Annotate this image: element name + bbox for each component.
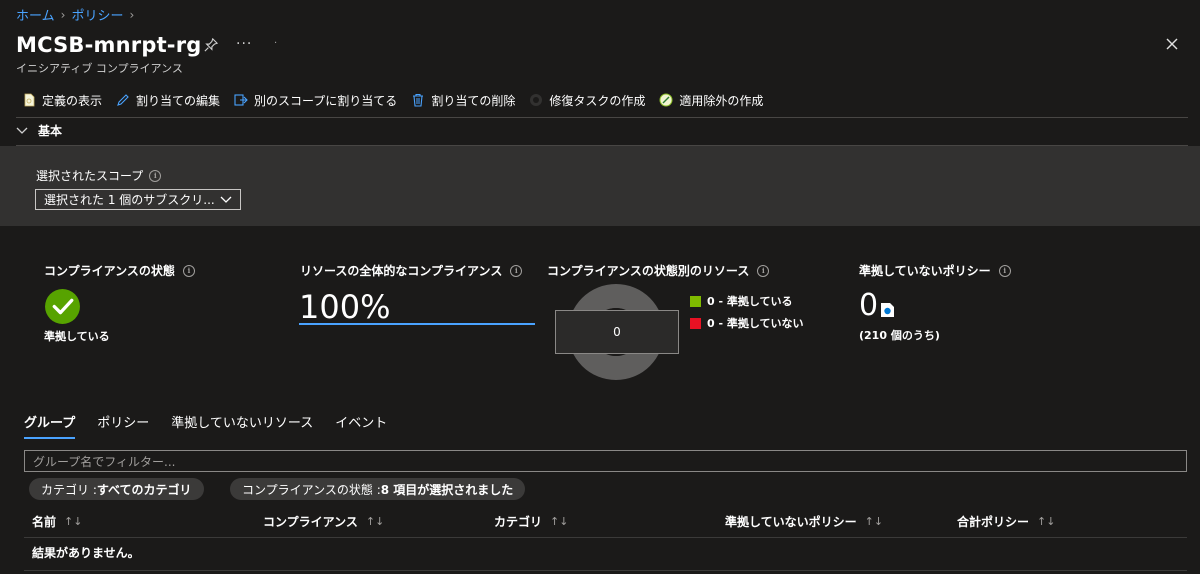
- scope-dropdown[interactable]: 選択された 1 個のサブスクリ...: [35, 189, 241, 210]
- scope-panel: [0, 146, 1200, 226]
- chevron-right-icon: ›: [60, 7, 66, 22]
- compliance-bar: [299, 323, 535, 325]
- tab-noncompliant-resources[interactable]: 準拠していないリソース: [171, 412, 313, 439]
- compliance-state-value: 準拠している: [44, 330, 110, 343]
- more-options-icon[interactable]: ···: [236, 36, 252, 52]
- breadcrumb: ホーム › ポリシー ›: [16, 5, 135, 25]
- section-label: 基本: [38, 124, 63, 138]
- noncompliant-policies-count: 0: [859, 288, 879, 323]
- info-icon[interactable]: i: [998, 264, 1011, 277]
- column-category-label: カテゴリ: [494, 515, 543, 529]
- scope-label-text: 選択されたスコープ: [36, 169, 144, 183]
- legend-item-noncompliant[interactable]: 0 - 準拠していない: [690, 312, 804, 334]
- scope-label: 選択されたスコープ i: [36, 167, 162, 184]
- tab-groups[interactable]: グループ: [24, 412, 76, 439]
- create-remediation-button[interactable]: 修復タスクの作成: [529, 92, 645, 109]
- chevron-down-icon: [220, 196, 232, 203]
- legend-item-compliant[interactable]: 0 - 準拠している: [690, 290, 804, 312]
- section-essentials-toggle[interactable]: 基本: [16, 122, 62, 139]
- document-icon: [24, 93, 35, 107]
- policy-icon: [881, 303, 894, 317]
- donut-legend: 0 - 準拠している 0 - 準拠していない: [690, 290, 804, 334]
- pin-icon[interactable]: [204, 38, 218, 52]
- column-name-label: 名前: [32, 515, 57, 529]
- tab-policies[interactable]: ポリシー: [97, 412, 149, 439]
- info-icon[interactable]: i: [149, 169, 162, 182]
- noncompliant-policies-label-text: 準拠していないポリシー: [859, 264, 991, 278]
- column-header-name[interactable]: 名前 ↑↓: [32, 513, 82, 530]
- chevron-right-icon: ›: [129, 7, 135, 22]
- group-filter-input[interactable]: グループ名でフィルター...: [24, 450, 1187, 472]
- divider: [24, 537, 1187, 538]
- legend-label-compliant: 0 - 準拠している: [707, 295, 793, 308]
- column-noncompliant-label: 準拠していないポリシー: [725, 515, 857, 529]
- scope-dropdown-value: 選択された 1 個のサブスクリ...: [44, 193, 215, 207]
- info-icon[interactable]: i: [182, 264, 195, 277]
- view-definition-button[interactable]: 定義の表示: [22, 92, 102, 109]
- legend-swatch-red: [690, 317, 701, 329]
- sort-icon: ↑↓: [864, 515, 884, 528]
- column-header-total-policies[interactable]: 合計ポリシー ↑↓: [957, 513, 1055, 530]
- tab-bar: グループ ポリシー 準拠していないリソース イベント: [24, 412, 387, 439]
- remediation-icon: [530, 94, 543, 106]
- compliance-state-label-text: コンプライアンスの状態: [44, 264, 175, 278]
- info-icon[interactable]: i: [757, 264, 770, 277]
- column-header-compliance[interactable]: コンプライアンス ↑↓: [263, 513, 384, 530]
- donut-center-tooltip: 0: [555, 310, 679, 354]
- create-remediation-label: 修復タスクの作成: [549, 93, 646, 108]
- trash-icon: [413, 93, 424, 107]
- noncompliant-policies-total: (210 個のうち): [859, 329, 940, 342]
- resources-by-state-label-text: コンプライアンスの状態別のリソース: [547, 264, 750, 278]
- noncompliant-policies-label: 準拠していないポリシー i: [859, 262, 1011, 279]
- exemption-icon: [659, 93, 673, 107]
- category-pill-value: すべてのカテゴリ: [96, 482, 192, 497]
- assign-other-scope-label: 別のスコープに割り当てる: [254, 93, 398, 108]
- edit-assignment-button[interactable]: 割り当ての編集: [116, 92, 220, 109]
- assign-other-scope-button[interactable]: 別のスコープに割り当てる: [234, 92, 397, 109]
- sort-icon: ↑↓: [365, 515, 385, 528]
- column-header-noncompliant-policies[interactable]: 準拠していないポリシー ↑↓: [725, 513, 883, 530]
- close-icon[interactable]: [1164, 36, 1180, 52]
- column-header-category[interactable]: カテゴリ ↑↓: [494, 513, 568, 530]
- page-subtitle: イニシアティブ コンプライアンス: [16, 62, 183, 75]
- tab-events[interactable]: イベント: [335, 412, 387, 439]
- empty-results-message: 結果がありません。: [32, 546, 140, 560]
- check-circle-icon: [45, 289, 80, 324]
- legend-label-noncompliant: 0 - 準拠していない: [707, 317, 804, 330]
- divider: [24, 570, 1187, 571]
- state-pill-key: コンプライアンスの状態 :: [242, 482, 381, 497]
- info-icon[interactable]: i: [510, 264, 523, 277]
- create-exemption-label: 適用除外の作成: [679, 93, 764, 108]
- overall-compliance-label: リソースの全体的なコンプライアンス i: [300, 262, 523, 279]
- sort-icon: ↑↓: [1037, 515, 1056, 528]
- breadcrumb-home-link[interactable]: ホーム: [16, 5, 55, 24]
- page-title: MCSB-mnrpt-rg: [16, 33, 202, 57]
- overall-compliance-label-text: リソースの全体的なコンプライアンス: [300, 264, 503, 278]
- compliance-state-label: コンプライアンスの状態 i: [44, 262, 195, 279]
- overall-compliance-value: 100%: [299, 288, 391, 326]
- breadcrumb-policy-link[interactable]: ポリシー: [71, 5, 123, 24]
- view-definition-label: 定義の表示: [42, 93, 103, 108]
- category-filter-pill[interactable]: カテゴリ : すべてのカテゴリ: [29, 478, 204, 500]
- pencil-icon: [117, 94, 129, 106]
- state-pill-value: 8 項目が選択されました: [380, 482, 514, 497]
- create-exemption-button[interactable]: 適用除外の作成: [659, 92, 763, 109]
- category-pill-key: カテゴリ :: [41, 482, 97, 497]
- sort-icon: ↑↓: [550, 515, 569, 528]
- resources-by-state-label: コンプライアンスの状態別のリソース i: [547, 262, 770, 279]
- divider: [16, 117, 1188, 118]
- edit-assignment-label: 割り当ての編集: [136, 93, 221, 108]
- column-total-label: 合計ポリシー: [957, 515, 1030, 529]
- delete-assignment-label: 割り当ての削除: [431, 93, 516, 108]
- compliance-state-filter-pill[interactable]: コンプライアンスの状態 : 8 項目が選択されました: [230, 478, 526, 500]
- chevron-down-icon: [16, 127, 28, 134]
- toolbar: 定義の表示 割り当ての編集 別のスコープに割り当てる 割り当ての削除 修復タスク…: [22, 90, 777, 110]
- separator-dot: ·: [274, 38, 278, 49]
- assign-arrow-icon: [234, 94, 248, 106]
- delete-assignment-button[interactable]: 割り当ての削除: [411, 92, 515, 109]
- legend-swatch-green: [690, 295, 701, 307]
- sort-icon: ↑↓: [64, 515, 83, 528]
- column-compliance-label: コンプライアンス: [263, 515, 358, 529]
